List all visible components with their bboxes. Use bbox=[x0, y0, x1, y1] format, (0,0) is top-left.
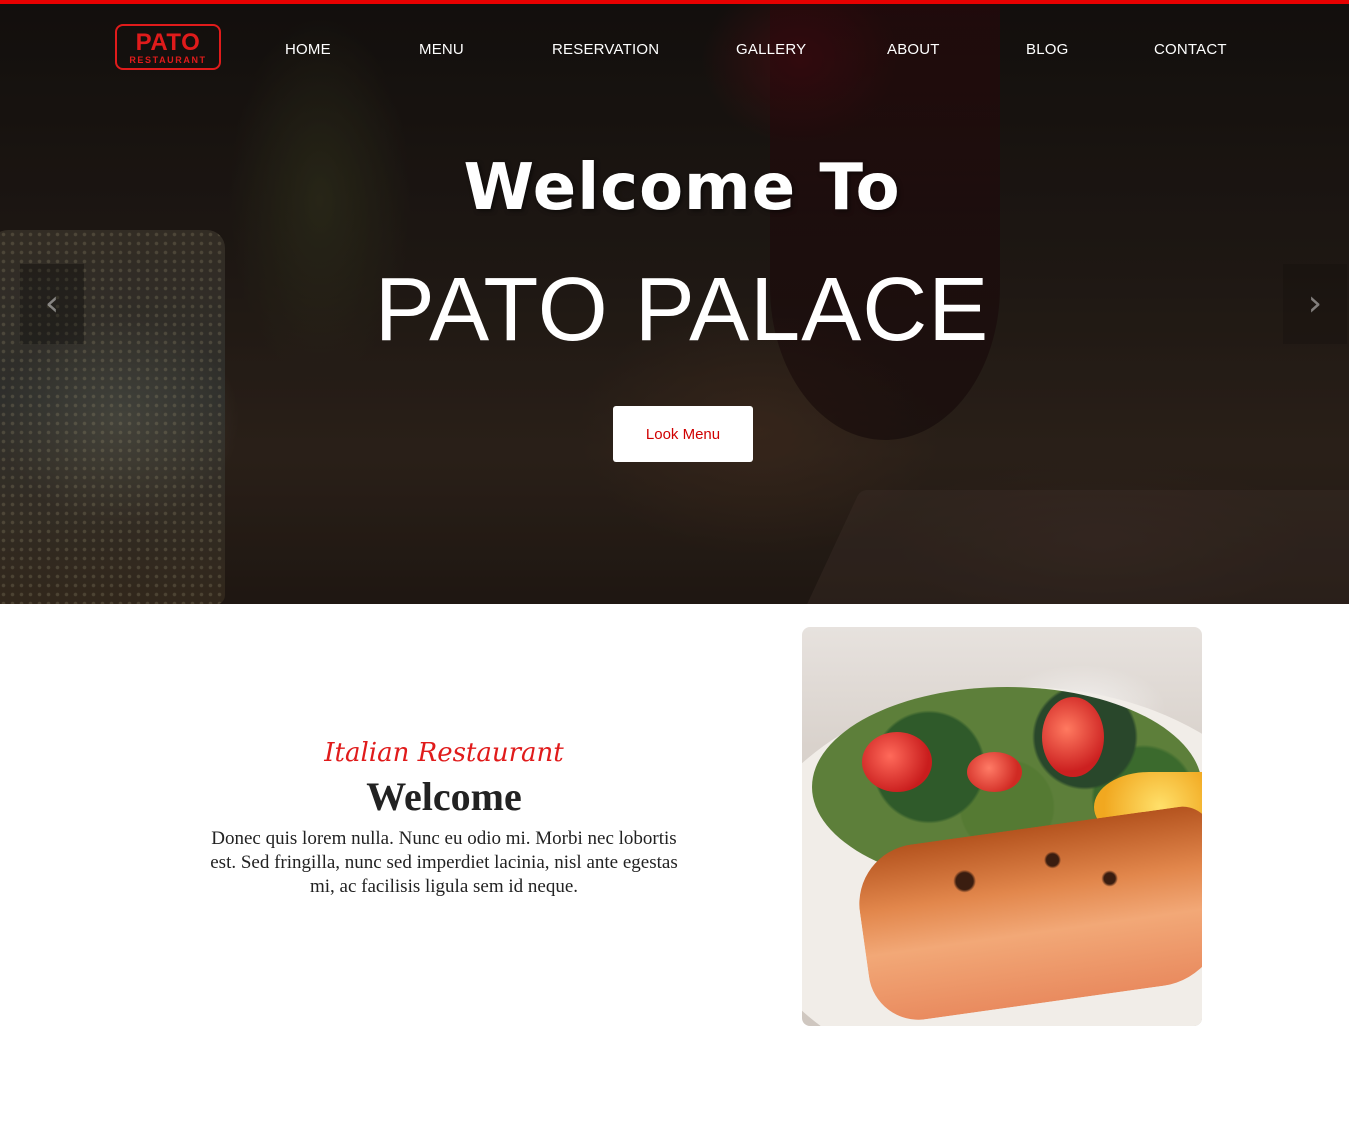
look-menu-button[interactable]: Look Menu bbox=[613, 406, 753, 462]
dish-tomato bbox=[1042, 697, 1104, 777]
nav-reservation[interactable]: RESERVATION bbox=[552, 40, 659, 60]
hero-welcome-text: Welcome To bbox=[463, 151, 901, 225]
about-text-block: Italian Restaurant Welcome Donec quis lo… bbox=[200, 733, 688, 899]
about-paragraph: Donec quis lorem nulla. Nunc eu odio mi.… bbox=[210, 828, 678, 897]
nav-menu[interactable]: MENU bbox=[419, 40, 464, 60]
dish-tomato bbox=[967, 752, 1022, 792]
nav-blog[interactable]: BLOG bbox=[1026, 40, 1068, 60]
nav-about[interactable]: ABOUT bbox=[887, 40, 940, 60]
main-nav: HOME MENU RESERVATION GALLERY ABOUT BLOG… bbox=[0, 40, 1349, 60]
dish-tomato bbox=[862, 732, 932, 792]
nav-contact[interactable]: CONTACT bbox=[1154, 40, 1227, 60]
nav-gallery[interactable]: GALLERY bbox=[736, 40, 806, 60]
top-accent-bar bbox=[0, 0, 1349, 4]
about-heading: Welcome bbox=[366, 774, 522, 819]
hero-title: PATO PALACE bbox=[374, 260, 990, 360]
about-subtitle: Italian Restaurant bbox=[324, 738, 564, 768]
salmon-dish-image bbox=[802, 627, 1202, 1026]
nav-home[interactable]: HOME bbox=[285, 40, 331, 60]
